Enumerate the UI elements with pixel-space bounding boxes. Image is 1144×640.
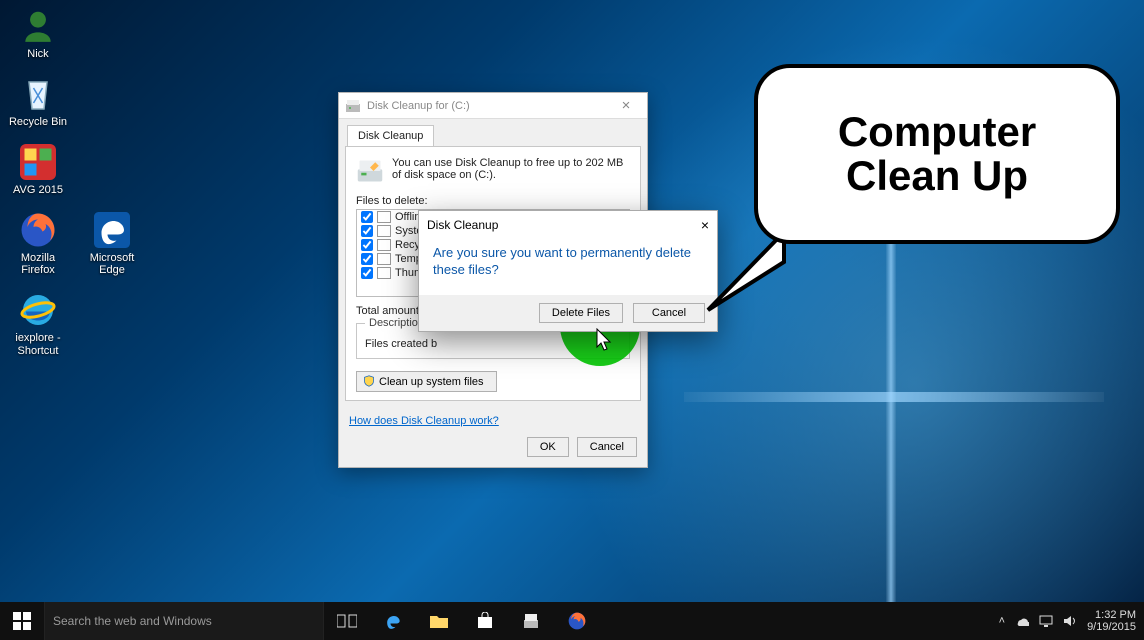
- checkbox[interactable]: [361, 253, 373, 265]
- close-icon[interactable]: ×: [701, 217, 709, 233]
- description-text: Files created b: [365, 338, 621, 350]
- desktop-icon-user[interactable]: Nick: [4, 6, 72, 60]
- cancel-button[interactable]: Cancel: [633, 303, 705, 323]
- system-tray[interactable]: ˄ 1:32 PM 9/19/2015: [991, 602, 1144, 640]
- windows-logo-icon: [13, 612, 31, 630]
- firefox-icon: [567, 611, 587, 631]
- edge-icon: [92, 210, 132, 250]
- window-footer: OK Cancel: [339, 427, 647, 467]
- start-button[interactable]: [0, 602, 44, 640]
- recycle-bin-icon: [18, 74, 58, 114]
- onedrive-icon[interactable]: [1015, 614, 1029, 628]
- help-link[interactable]: How does Disk Cleanup work?: [349, 415, 499, 427]
- files-to-delete-label: Files to delete:: [356, 195, 630, 207]
- network-icon[interactable]: [1039, 615, 1053, 627]
- checkbox[interactable]: [361, 211, 373, 223]
- desktop-icon-label: iexplore - Shortcut: [4, 332, 72, 356]
- edge-icon: [383, 611, 403, 631]
- speech-bubble-tail: [706, 232, 786, 312]
- desktop-icon-firefox[interactable]: Mozilla Firefox: [4, 210, 72, 276]
- desktop-icon-edge[interactable]: Microsoft Edge: [78, 210, 146, 276]
- desktop-icon-label: Recycle Bin: [9, 116, 67, 128]
- confirm-dialog: Disk Cleanup × Are you sure you want to …: [418, 210, 718, 332]
- desktop-icon-avg[interactable]: AVG 2015: [4, 142, 72, 196]
- taskbar-firefox[interactable]: [554, 602, 600, 640]
- ok-button[interactable]: OK: [527, 437, 569, 457]
- window-titlebar[interactable]: Disk Cleanup for (C:) ×: [339, 93, 647, 119]
- search-placeholder: Search the web and Windows: [53, 614, 212, 628]
- clock-time: 1:32 PM: [1087, 609, 1136, 621]
- file-type-icon: [377, 253, 391, 265]
- file-type-icon: [377, 225, 391, 237]
- task-view-icon: [337, 613, 357, 629]
- internet-explorer-icon: [18, 290, 58, 330]
- taskbar: Search the web and Windows ˄ 1:32 PM 9/1…: [0, 602, 1144, 640]
- cleanup-blurb: You can use Disk Cleanup to free up to 2…: [392, 157, 630, 185]
- disk-cleanup-icon: [522, 612, 540, 630]
- shield-icon: [363, 375, 375, 387]
- cleanup-system-files-button[interactable]: Clean up system files: [356, 371, 497, 392]
- checkbox[interactable]: [361, 239, 373, 251]
- speech-bubble: Computer Clean Up: [754, 64, 1120, 244]
- checkbox[interactable]: [361, 267, 373, 279]
- taskbar-file-explorer[interactable]: [416, 602, 462, 640]
- taskbar-search[interactable]: Search the web and Windows: [44, 602, 324, 640]
- file-type-icon: [377, 267, 391, 279]
- taskbar-clock[interactable]: 1:32 PM 9/19/2015: [1087, 609, 1136, 633]
- taskbar-pinned: [324, 602, 600, 640]
- taskbar-edge[interactable]: [370, 602, 416, 640]
- desktop-icon-label: Mozilla Firefox: [4, 252, 72, 276]
- bubble-line1: Computer: [838, 110, 1036, 154]
- checkbox[interactable]: [361, 225, 373, 237]
- firefox-icon: [18, 210, 58, 250]
- dialog-titlebar[interactable]: Disk Cleanup ×: [419, 211, 717, 239]
- user-folder-icon: [18, 6, 58, 46]
- delete-files-button[interactable]: Delete Files: [539, 303, 623, 323]
- desktop-icon-iexplore[interactable]: iexplore - Shortcut: [4, 290, 72, 356]
- file-type-icon: [377, 239, 391, 251]
- desktop-icon-label: Microsoft Edge: [78, 252, 146, 276]
- disk-cleanup-large-icon: [356, 157, 384, 185]
- disk-cleanup-app-icon: [345, 98, 361, 114]
- desktop-icons: Nick Recycle Bin AVG 2015 Mozilla Firefo…: [4, 6, 146, 357]
- desktop-icon-label: AVG 2015: [13, 184, 63, 196]
- store-icon: [476, 612, 494, 630]
- bubble-line2: Clean Up: [838, 154, 1036, 198]
- desktop-icon-label: Nick: [27, 48, 48, 60]
- dialog-message: Are you sure you want to permanently del…: [419, 239, 717, 295]
- desktop-icon-recycle-bin[interactable]: Recycle Bin: [4, 74, 72, 128]
- window-title: Disk Cleanup for (C:): [367, 100, 470, 112]
- tray-chevron-icon[interactable]: ˄: [999, 615, 1005, 627]
- cancel-button[interactable]: Cancel: [577, 437, 637, 457]
- file-type-icon: [377, 211, 391, 223]
- close-icon[interactable]: ×: [611, 97, 641, 114]
- avg-icon: [18, 142, 58, 182]
- dialog-title: Disk Cleanup: [427, 218, 498, 232]
- tab-disk-cleanup[interactable]: Disk Cleanup: [347, 125, 434, 146]
- dialog-footer: Delete Files Cancel: [419, 295, 717, 331]
- folder-icon: [429, 613, 449, 629]
- taskbar-store[interactable]: [462, 602, 508, 640]
- volume-icon[interactable]: [1063, 615, 1077, 627]
- clock-date: 9/19/2015: [1087, 621, 1136, 633]
- taskbar-disk-cleanup[interactable]: [508, 602, 554, 640]
- task-view-button[interactable]: [324, 602, 370, 640]
